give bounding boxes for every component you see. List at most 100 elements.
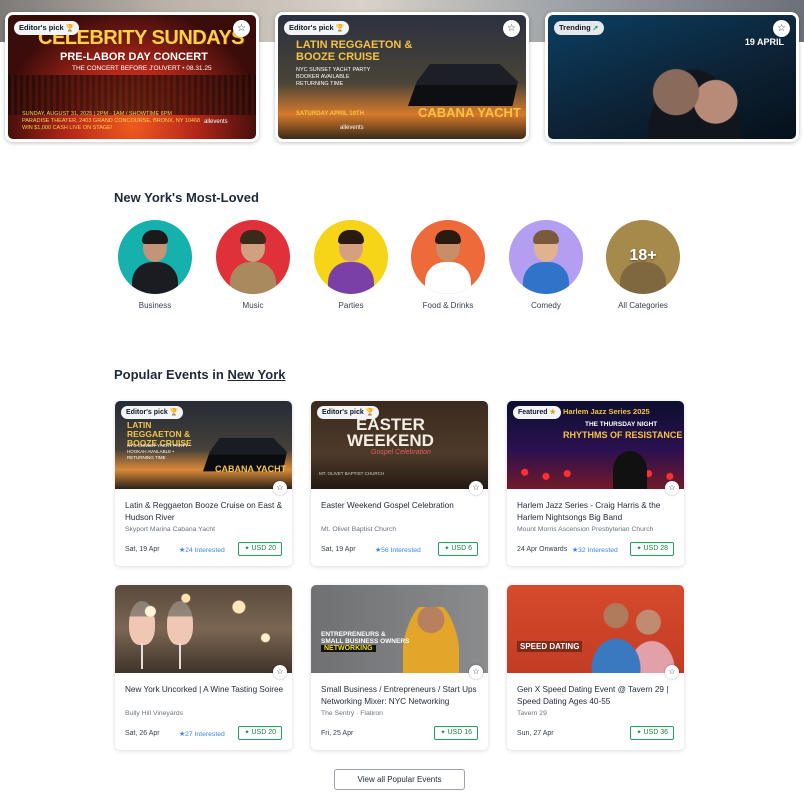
price-tag[interactable]: ✦ USD 20: [238, 726, 282, 740]
hero-detail-line: RETURNING TIME: [296, 81, 344, 87]
price-tag[interactable]: ✦ USD 28: [630, 542, 674, 556]
trophy-icon: 🏆: [335, 25, 345, 32]
event-card[interactable]: Harlem Jazz Series 2025 THE THURSDAY NIG…: [507, 401, 684, 566]
price-tag[interactable]: ✦ USD 20: [238, 542, 282, 556]
event-card[interactable]: LATIN REGGAETON & BOOZE CRUISE NYC SUNSE…: [115, 401, 292, 566]
badge-label: Editor's pick: [126, 409, 168, 416]
hero-card-booze-cruise[interactable]: LATIN REGGAETON & BOOZE CRUISE NYC SUNSE…: [275, 12, 529, 142]
thumb-title: EASTER WEEKEND: [347, 416, 434, 450]
interested-label: 32 Interested: [578, 547, 618, 554]
category-business[interactable]: Business: [117, 220, 193, 310]
hero-image-info: SUNDAY, AUGUST 31, 2025 | 2PM - 1AM / SH…: [22, 111, 200, 132]
event-card[interactable]: SPEED DATING ☆ Gen X Speed Dating Event …: [507, 585, 684, 750]
event-date: Sat, 26 Apr: [125, 730, 160, 737]
category-label: Food & Drinks: [422, 301, 474, 310]
thumb-subtitle: THE THURSDAY NIGHT: [585, 421, 658, 428]
thumb-series: Harlem Jazz Series 2025: [563, 407, 650, 416]
thumb-highlight: NETWORKING: [321, 645, 376, 652]
event-venue: Tavern 29: [517, 710, 547, 717]
category-food-drinks[interactable]: Food & Drinks: [410, 220, 486, 310]
interested-label: 56 Interested: [381, 547, 421, 554]
hero-image-subtitle: PRE-LABOR DAY CONCERT: [60, 51, 208, 63]
person-graphic: [533, 230, 559, 244]
wine-glass-graphic: [129, 601, 155, 645]
event-thumbnail: ENTREPRENEURS & SMALL BUSINESS OWNERS NE…: [311, 585, 488, 673]
price-tag[interactable]: ✦ USD 36: [630, 726, 674, 740]
thumb-title-line: SMALL BUSINESS OWNERS: [321, 638, 410, 645]
age-18-plus-label: 18+: [629, 247, 657, 264]
wine-glass-graphic: [167, 601, 193, 645]
featured-badge: Featured ★: [513, 406, 561, 419]
event-date: Fri, 25 Apr: [321, 730, 354, 737]
interested-count: ★56 Interested: [375, 547, 421, 554]
event-title[interactable]: Harlem Jazz Series - Craig Harris & the …: [517, 500, 677, 524]
ticket-icon: ✦: [244, 546, 250, 552]
view-all-popular-events-button[interactable]: View all Popular Events: [334, 769, 465, 790]
category-all[interactable]: 18+ All Categories: [605, 220, 681, 310]
star-icon[interactable]: ☆: [665, 665, 679, 679]
thumb-title-line: WEEKEND: [347, 431, 434, 450]
star-icon[interactable]: ☆: [273, 665, 287, 679]
star-icon[interactable]: ☆: [503, 20, 520, 37]
thumb-title-line: ENTREPRENEURS &: [321, 631, 386, 638]
price-tag[interactable]: ✦ USD 16: [434, 726, 478, 740]
wine-glass-graphic: [141, 643, 143, 669]
hero-detail-line: NYC SUNSET YACHT PARTY: [296, 67, 371, 73]
price-label: USD 16: [447, 729, 472, 736]
category-image: [118, 220, 192, 294]
badge-label: Featured: [518, 409, 548, 416]
event-title[interactable]: Small Business / Entrepreneurs / Start U…: [321, 684, 481, 708]
category-comedy[interactable]: Comedy: [508, 220, 584, 310]
event-card[interactable]: ENTREPRENEURS & SMALL BUSINESS OWNERS NE…: [311, 585, 488, 750]
hero-detail-line: BOOKER AVAILABLE: [296, 74, 350, 80]
star-icon[interactable]: ☆: [773, 20, 790, 37]
event-venue: Bully Hill Vineyards: [125, 710, 184, 717]
stage-lights-graphic: [507, 461, 684, 489]
hero-card-trending[interactable]: 19 APRIL Trending ➚ ☆: [545, 12, 799, 142]
city-link[interactable]: New York: [227, 367, 285, 382]
event-thumbnail: [115, 585, 292, 673]
price-tag[interactable]: ✦ USD 6: [438, 542, 478, 556]
hero-image-date: 19 APRIL: [744, 37, 784, 47]
badge-label: Trending: [559, 23, 591, 32]
category-label: All Categories: [618, 301, 668, 310]
editors-pick-badge: Editor's pick 🏆: [14, 21, 80, 35]
event-card[interactable]: EASTER WEEKEND Gospel Celebration MT. OL…: [311, 401, 488, 566]
price-label: USD 36: [643, 729, 668, 736]
star-icon[interactable]: ☆: [665, 481, 679, 495]
person-graphic: [142, 230, 168, 244]
allevents-logo: allevents: [340, 125, 364, 131]
category-label: Business: [138, 301, 172, 310]
interested-count: ★27 Interested: [179, 731, 225, 738]
badge-label: Editor's pick: [322, 409, 364, 416]
person-graphic: [338, 230, 364, 244]
event-venue: Mt. Olivet Baptist Church: [321, 526, 397, 533]
event-date: Sat, 19 Apr: [321, 546, 356, 553]
star-icon[interactable]: ☆: [469, 481, 483, 495]
ticket-icon: ✦: [636, 546, 642, 552]
event-venue: The Sentry · Flatiron: [321, 710, 383, 717]
hero-image-title: LATIN REGGAETON & BOOZE CRUISE: [296, 39, 412, 63]
hero-card-celebrity-sundays[interactable]: CELEBRITY SUNDAYS PRE-LABOR DAY CONCERT …: [5, 12, 259, 142]
trending-icon: ➚: [592, 25, 599, 32]
price-label: USD 6: [451, 545, 472, 552]
event-title[interactable]: Easter Weekend Gospel Celebration: [321, 500, 481, 512]
event-title[interactable]: Latin & Reggaeton Booze Cruise on East &…: [125, 500, 285, 524]
couple-graphic: [589, 591, 679, 673]
star-icon[interactable]: ☆: [469, 665, 483, 679]
thumb-script: Gospel Celebration: [371, 449, 431, 456]
event-venue: Skyport Marina Cabana Yacht: [125, 526, 216, 533]
badge-label: Editor's pick: [289, 23, 334, 32]
category-music[interactable]: Music: [215, 220, 291, 310]
event-card[interactable]: ☆ New York Uncorked | A Wine Tasting Soi…: [115, 585, 292, 750]
interested-label: 27 Interested: [185, 731, 225, 738]
thumb-title: RHYTHMS OF RESISTANCE: [563, 430, 683, 440]
person-graphic: [403, 607, 459, 673]
star-icon[interactable]: ☆: [233, 20, 250, 37]
trophy-icon: 🏆: [365, 409, 375, 416]
category-parties[interactable]: Parties: [313, 220, 389, 310]
event-title[interactable]: Gen X Speed Dating Event @ Tavern 29 | S…: [517, 684, 677, 708]
event-title[interactable]: New York Uncorked | A Wine Tasting Soire…: [125, 684, 285, 696]
star-icon[interactable]: ☆: [273, 481, 287, 495]
person-graphic: [240, 230, 266, 244]
